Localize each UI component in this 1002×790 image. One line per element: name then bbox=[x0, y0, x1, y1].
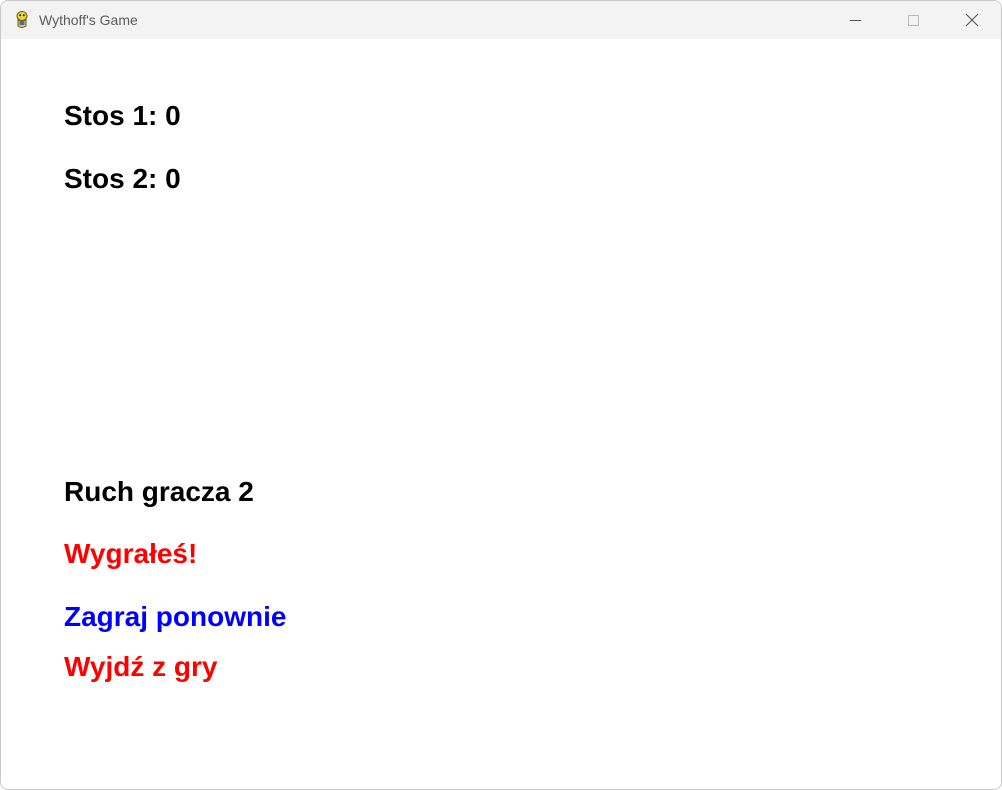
maximize-button[interactable] bbox=[885, 1, 943, 39]
window-title: Wythoff's Game bbox=[39, 12, 138, 28]
app-window: Wythoff's Game Stos 1: 0 Stos 2: 0 Ruch … bbox=[0, 0, 1002, 790]
minimize-button[interactable] bbox=[827, 1, 885, 39]
pile-1-count: Stos 1: 0 bbox=[64, 100, 181, 131]
title-bar[interactable]: Wythoff's Game bbox=[1, 1, 1001, 39]
play-again-button[interactable]: Zagraj ponownie bbox=[64, 601, 286, 633]
pile-2-count: Stos 2: 0 bbox=[64, 163, 181, 194]
close-button[interactable] bbox=[943, 1, 1001, 39]
minimize-icon bbox=[850, 20, 861, 21]
maximize-icon bbox=[908, 15, 919, 26]
close-icon bbox=[965, 13, 979, 27]
quit-game-button[interactable]: Wyjdź z gry bbox=[64, 651, 218, 683]
player-turn-text: Ruch gracza 2 bbox=[64, 476, 254, 507]
game-canvas: Stos 1: 0 Stos 2: 0 Ruch gracza 2 Wygrał… bbox=[1, 39, 1001, 789]
win-message: Wygrałeś! bbox=[64, 538, 198, 569]
pygame-snake-icon bbox=[12, 10, 32, 30]
